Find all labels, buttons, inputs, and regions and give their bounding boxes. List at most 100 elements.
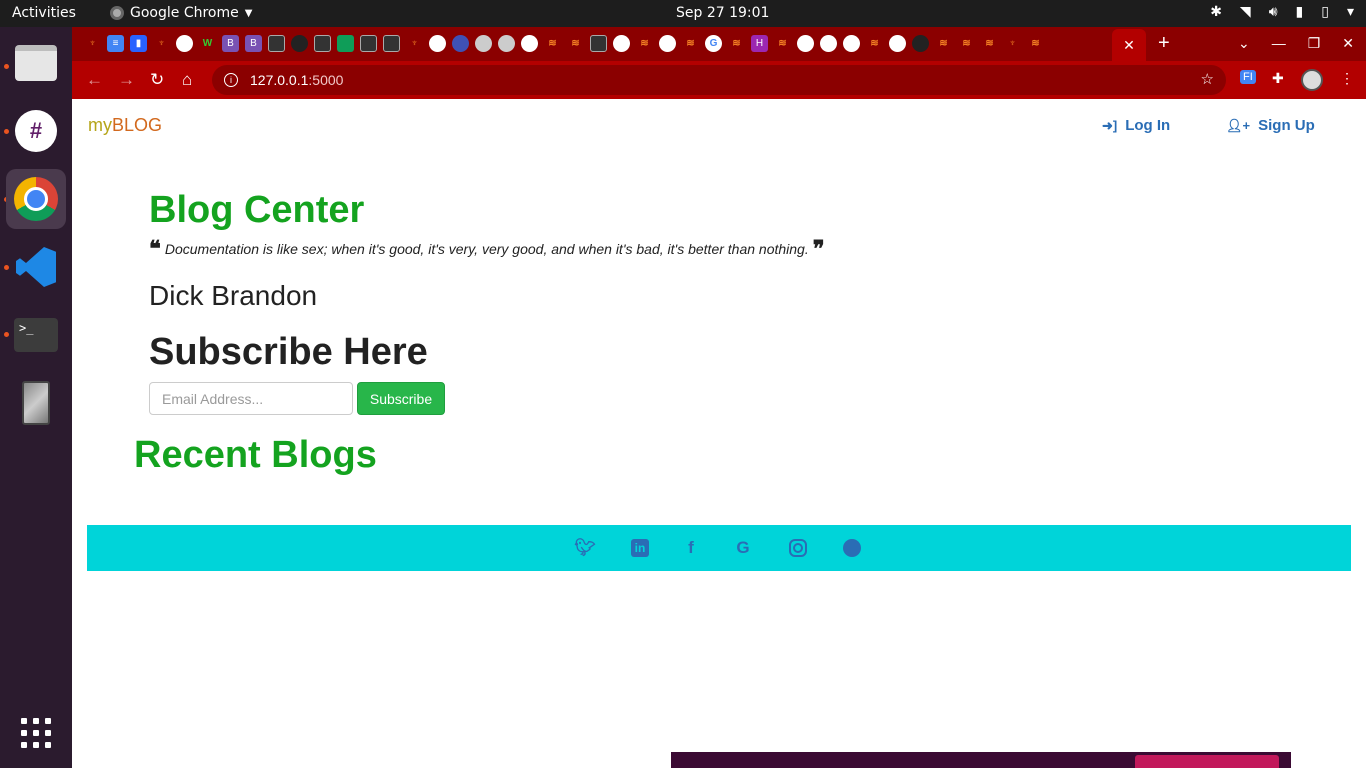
quote-right-icon: ❞ [812,236,825,261]
address-bar[interactable]: i 127.0.0.1:5000 ☆ [212,65,1226,95]
system-top-bar: Activities Google Chrome ▼ Sep 27 19:01 … [0,0,1366,27]
subscribe-button[interactable]: Subscribe [357,382,445,415]
tab-terminal-icon[interactable] [314,35,331,52]
quote-author: Dick Brandon [149,280,318,311]
site-info-icon[interactable]: i [224,73,238,87]
wifi-icon[interactable]: ◥ [1240,4,1251,20]
system-tray[interactable]: ✱ ◥ 🔊︎ ▮ ▯ ▾ [1210,4,1354,20]
browser-toolbar: ← → ↻ ⌂ i 127.0.0.1:5000 ☆ FI ✚ ⋮ [72,61,1366,99]
dock-chrome[interactable] [6,169,66,229]
back-button[interactable]: ← [86,70,103,90]
slack-tray-icon[interactable]: ✱ [1210,4,1222,20]
brand-suffix: BLOG [112,115,163,135]
tab-stackoverflow-icon[interactable]: ≋ [544,35,561,52]
tab-chrome-icon[interactable] [521,35,538,52]
show-applications-button[interactable] [6,703,66,763]
tab-bootstrap-icon[interactable]: B [245,35,262,52]
tab-stackoverflow-icon[interactable]: ≋ [935,35,952,52]
volume-icon[interactable]: 🔊︎ [1269,4,1278,20]
tab-github-icon[interactable] [912,35,929,52]
tab-terminal-icon[interactable] [268,35,285,52]
github-icon[interactable] [843,539,861,557]
tab-globe-icon[interactable] [429,35,446,52]
forward-button[interactable]: → [118,70,135,90]
facebook-icon[interactable]: f [680,537,702,559]
dock-slack[interactable]: # [6,101,66,161]
tab-stackoverflow-icon[interactable]: ≋ [1027,35,1044,52]
instagram-icon[interactable] [789,539,807,557]
profile-avatar[interactable] [1301,69,1323,91]
battery-icon[interactable]: ▯ [1321,4,1329,20]
home-button[interactable]: ⌂ [182,70,192,90]
url-host: 127.0.0.1 [250,72,309,88]
login-link[interactable]: ➜] Log In [1102,117,1170,134]
tab-globe-icon[interactable] [889,35,906,52]
minimize-button[interactable]: — [1272,35,1286,52]
tab-terminal-icon[interactable] [590,35,607,52]
signup-link[interactable]: 👤︎+ Sign Up [1226,117,1315,134]
tab-globe-icon[interactable] [820,35,837,52]
tab-favicon-icon[interactable]: ♆ [1004,35,1021,52]
tab-stackoverflow-icon[interactable]: ≋ [728,35,745,52]
tab-docs-icon[interactable]: ≡ [107,35,124,52]
app-menu[interactable]: Google Chrome ▼ [110,5,252,21]
reload-button[interactable]: ↻ [150,70,164,90]
tab-stackoverflow-icon[interactable]: ≋ [774,35,791,52]
activities-button[interactable]: Activities [12,5,76,21]
email-input[interactable] [149,382,353,415]
linkedin-icon[interactable]: in [631,539,649,557]
tab-strip: ♆ ≡ ▮ ♆ W B B ♆ ≋ ≋ ≋ ≋ G ≋ H ≋ ≋ ≋ ≋ ≋ … [72,27,1366,61]
dock-emulator[interactable] [6,373,66,433]
bookmark-star-icon[interactable]: ☆ [1201,70,1214,88]
tab-globe-icon[interactable] [613,35,630,52]
tab-stackoverflow-icon[interactable]: ≋ [682,35,699,52]
tab-globe-icon[interactable] [475,35,492,52]
tab-globe-icon[interactable] [176,35,193,52]
tab-favicon-icon[interactable]: ♆ [406,35,423,52]
pinned-tabs: ♆ ≡ ▮ ♆ W B B ♆ ≋ ≋ ≋ ≋ G ≋ H ≋ ≋ ≋ ≋ ≋ … [84,35,1044,52]
tab-google-icon[interactable]: G [705,35,722,52]
tab-stackoverflow-icon[interactable]: ≋ [866,35,883,52]
power-menu-icon[interactable]: ▾ [1347,4,1354,20]
tab-globe-icon[interactable] [659,35,676,52]
tab-meet-icon[interactable] [337,35,354,52]
tab-github-icon[interactable] [291,35,308,52]
tab-stackoverflow-icon[interactable]: ≋ [981,35,998,52]
close-window-button[interactable]: ✕ [1342,35,1354,52]
dock-terminal[interactable]: >_ [6,305,66,365]
tab-bootstrap-icon[interactable]: B [222,35,239,52]
tab-w-icon[interactable]: W [199,35,216,52]
extension-fi-icon[interactable]: FI [1240,70,1256,84]
login-label: Log In [1125,117,1171,134]
tab-stackoverflow-icon[interactable]: ≋ [636,35,653,52]
active-tab-close-button[interactable]: ✕ [1112,29,1146,61]
chrome-menu-icon[interactable]: ⋮ [1340,70,1354,87]
site-brand[interactable]: myBLOG [88,115,162,136]
signup-label: Sign Up [1258,117,1315,134]
tab-globe-icon[interactable] [498,35,515,52]
tab-favicon-icon[interactable]: ♆ [153,35,170,52]
new-tab-button[interactable]: + [1158,32,1170,55]
tab-h-icon[interactable]: H [751,35,768,52]
user-plus-icon: 👤︎+ [1226,117,1251,133]
tab-globe-icon[interactable] [843,35,860,52]
tab-stackoverflow-icon[interactable]: ≋ [958,35,975,52]
tab-octopus-icon[interactable] [452,35,469,52]
tab-search-icon[interactable]: ⌄ [1238,35,1250,52]
clock[interactable]: Sep 27 19:01 [676,5,769,21]
tab-globe-icon[interactable] [797,35,814,52]
chrome-window: ♆ ≡ ▮ ♆ W B B ♆ ≋ ≋ ≋ ≋ G ≋ H ≋ ≋ ≋ ≋ ≋ … [72,27,1366,768]
google-icon[interactable]: G [732,537,754,559]
tab-panel-icon[interactable]: ▮ [130,35,147,52]
tab-favicon-icon[interactable]: ♆ [84,35,101,52]
dock-vscode[interactable] [6,237,66,297]
dock-files[interactable] [6,33,66,93]
extensions-puzzle-icon[interactable]: ✚ [1272,70,1284,87]
tab-terminal-icon[interactable] [383,35,400,52]
twitter-icon[interactable]: 🐦︎ [574,537,596,559]
recent-blogs-heading: Recent Blogs [134,434,377,476]
tab-terminal-icon[interactable] [360,35,377,52]
microphone-icon[interactable]: ▮ [1296,4,1304,20]
tab-stackoverflow-icon[interactable]: ≋ [567,35,584,52]
restore-button[interactable]: ❐ [1308,35,1321,52]
